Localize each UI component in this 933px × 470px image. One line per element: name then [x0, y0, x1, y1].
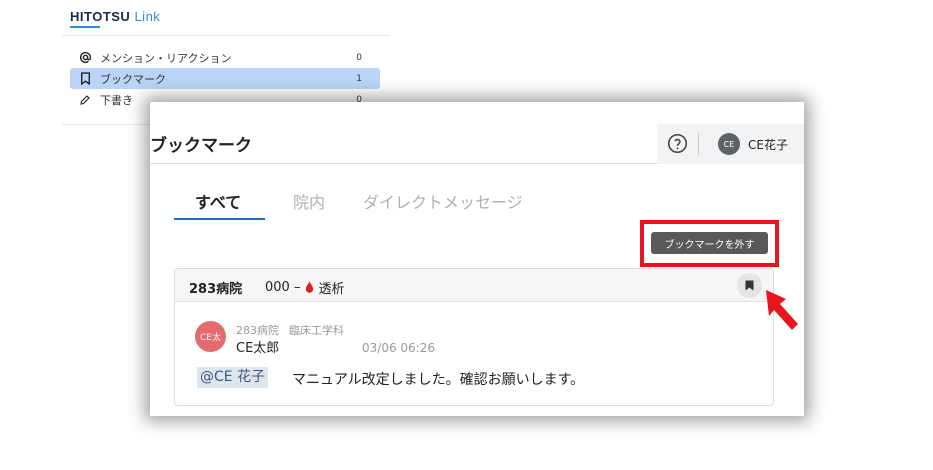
- sidebar-item-mentions[interactable]: メンション・リアクション 0: [70, 47, 380, 68]
- app-logo: HITOTSU Link: [70, 9, 160, 24]
- sender-hospital: 283病院: [236, 324, 279, 337]
- tab-in-hospital[interactable]: 院内: [293, 189, 325, 213]
- sidebar-item-bookmark[interactable]: ブックマーク 1: [70, 68, 380, 89]
- sidebar-item-label: ブックマーク: [100, 72, 166, 86]
- user-menu[interactable]: CE CE花子: [657, 124, 804, 164]
- card-header: 283病院 000 – 透析: [175, 269, 773, 302]
- sender-avatar: CE太: [195, 321, 226, 352]
- avatar: CE: [718, 133, 740, 155]
- page-title: ブックマーク: [150, 136, 252, 155]
- sender-meta: 283病院 臨床工学科: [236, 322, 344, 338]
- message-text: マニュアル改定しました。確認お願いします。: [292, 372, 585, 388]
- hospital-name: 283病院: [189, 282, 243, 297]
- logo-main-text: HITOTSU: [70, 9, 131, 24]
- bookmark-card: 283病院 000 – 透析 CE太 283病院 臨床工学科 CE太郎 03/06…: [174, 268, 774, 406]
- sidebar-item-count: 1: [356, 73, 362, 84]
- mention-tag[interactable]: @CE 花子: [197, 367, 269, 388]
- sidebar-item-label: 下書き: [100, 93, 133, 107]
- tab-direct-message[interactable]: ダイレクトメッセージ: [363, 189, 523, 213]
- at-icon: [78, 51, 92, 65]
- remove-bookmark-tooltip[interactable]: ブックマークを外す: [651, 232, 768, 254]
- logo-underline: [70, 26, 100, 28]
- room-prefix: 000 –: [265, 280, 301, 295]
- active-tab-indicator: [174, 218, 265, 220]
- sidebar-item-count: 0: [356, 52, 362, 63]
- room-name: 透析: [318, 282, 345, 297]
- panel-header: ブックマーク CE CE花子: [150, 102, 804, 164]
- bookmark-toggle-button[interactable]: [737, 273, 762, 298]
- help-icon[interactable]: [667, 133, 688, 154]
- sidebar-divider: [62, 35, 390, 36]
- screenshot: HITOTSU Link メンション・リアクション 0 ブックマーク 1 下書き…: [0, 0, 933, 470]
- logo-sub-text: Link: [134, 9, 161, 24]
- pointer-arrow-icon: [766, 290, 798, 330]
- message-timestamp: 03/06 06:26: [362, 341, 435, 355]
- sender-name: CE太郎: [236, 341, 280, 356]
- bookmark-panel: ブックマーク CE CE花子 すべて 院内 ダイレクトメッセージ ブックマークを…: [150, 102, 804, 416]
- sidebar-divider-bottom: [62, 124, 152, 125]
- tab-all[interactable]: すべて: [195, 189, 241, 213]
- room-label: 000 – 透析: [265, 278, 344, 297]
- blood-drop-icon: [306, 281, 314, 293]
- sidebar-item-label: メンション・リアクション: [100, 51, 232, 65]
- header-separator: [698, 133, 699, 155]
- sender-department: 臨床工学科: [289, 324, 344, 337]
- bookmark-filled-icon: [745, 280, 754, 291]
- user-name: CE花子: [748, 138, 788, 152]
- bookmark-outline-icon: [78, 72, 92, 86]
- pencil-icon: [78, 93, 92, 107]
